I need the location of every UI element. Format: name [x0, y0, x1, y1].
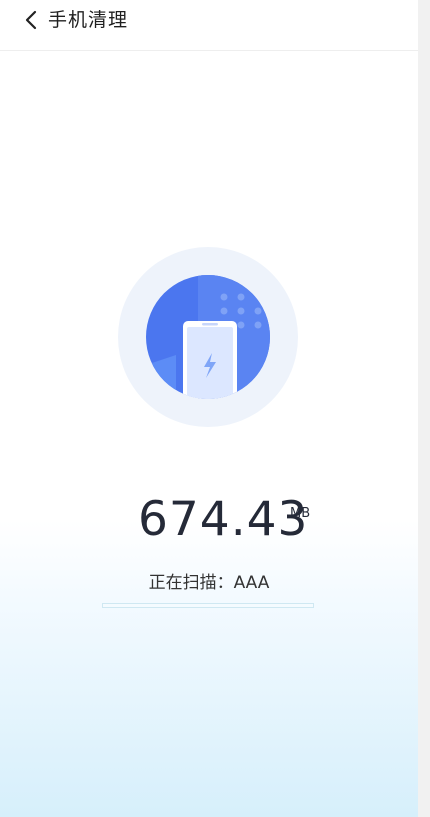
- top-nav-bar: 手机清理: [0, 0, 418, 51]
- chevron-left-icon: [25, 10, 37, 30]
- back-button[interactable]: [20, 8, 44, 32]
- scanned-size-unit: MB: [290, 506, 311, 521]
- page-title: 手机清理: [48, 9, 129, 31]
- cleanup-screen: 手机清理 674.43 MB 正在扫描：AAA: [0, 0, 418, 817]
- phone-clean-icon: [146, 275, 270, 399]
- scrollbar[interactable]: [418, 0, 430, 817]
- scan-progress-bar: [102, 603, 314, 608]
- scan-status-label: 正在扫描：: [148, 573, 234, 593]
- scan-current-item: AAA: [233, 573, 270, 593]
- scan-status: 正在扫描：AAA: [0, 568, 418, 593]
- scanned-size-value: 674.43: [138, 492, 309, 547]
